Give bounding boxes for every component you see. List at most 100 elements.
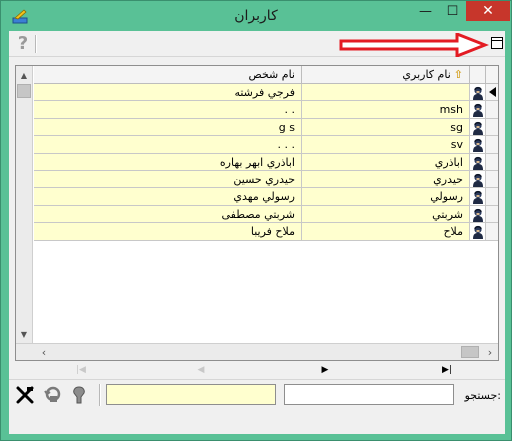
table-row[interactable]: رسولي مهدي رسولي [34,188,498,206]
search-label: جستجو: [464,389,501,402]
record-navigator: |◀ ◀ ▶ ▶| [15,361,499,379]
avatar-cell [470,84,486,102]
table-row[interactable]: ملاح فريبا ملاح [34,223,498,241]
user-avatar-icon [471,224,485,240]
user-avatar-icon [471,137,485,153]
column-layout-icon[interactable] [491,37,503,49]
column-header-username-label: نام كاربري [402,68,451,81]
username-cell[interactable]: ملاح [302,223,470,241]
avatar-cell [470,188,486,206]
empty-row [34,241,498,258]
fullname-cell[interactable]: g s [34,118,302,137]
table-row[interactable]: g s sg [34,118,498,137]
help-icon[interactable]: ? [15,34,31,54]
username-cell[interactable]: msh [302,101,470,119]
username-cell[interactable]: sg [302,118,470,137]
row-indicator[interactable] [486,223,498,241]
title-bar[interactable]: كاربران — ☐ ✕ [1,1,511,31]
red-arrow-annotation [339,33,489,57]
avatar-cell [470,101,486,119]
column-header-username[interactable]: نام كاربري ⇧ [302,66,470,84]
column-header-fullname[interactable]: نام شخص [34,66,302,84]
fullname-cell[interactable]: شربتي مصطفى [34,205,302,224]
horizontal-scrollbar[interactable]: ‹ › [16,343,498,360]
table-row[interactable]: . . . sv [34,136,498,154]
search-input[interactable] [284,384,454,405]
vertical-scrollbar[interactable]: ▲ ▼ [16,66,33,343]
user-avatar-icon [471,206,485,222]
avatar-cell [470,223,486,241]
avatar-cell [470,153,486,171]
avatar-cell [470,170,486,189]
row-indicator[interactable] [486,170,498,189]
reset-password-icon[interactable] [43,385,63,405]
empty-row [34,310,498,327]
vertical-scroll-thumb[interactable] [17,84,31,98]
delete-user-icon[interactable] [15,385,35,405]
grid-rows: فرجي فرشته. . msh g s sg. . . sv اباذري ابهر … [34,84,498,327]
username-cell[interactable]: حيدري [302,170,470,189]
avatar-cell [470,205,486,224]
user-avatar-icon [471,102,485,118]
table-row[interactable]: فرجي فرشته [34,84,498,102]
username-cell[interactable]: شربتي [302,205,470,224]
user-avatar-icon [471,85,485,100]
fullname-cell[interactable]: ملاح فريبا [34,223,302,241]
fullname-cell[interactable]: . . . [34,136,302,154]
bottom-separator [99,384,101,406]
user-avatar-icon [471,154,485,170]
filter-field[interactable] [106,384,276,405]
table-row[interactable]: شربتي مصطفى شربتي [34,205,498,224]
table-row[interactable]: . . msh [34,101,498,119]
row-indicator[interactable] [486,101,498,119]
column-header-indicator [486,66,498,84]
row-indicator[interactable] [486,205,498,224]
app-window: كاربران — ☐ ✕ ? ▲ ▼ نام شخص نام كاربري ⇧ [0,0,512,441]
maximize-button[interactable]: ☐ [439,1,466,21]
row-indicator[interactable] [486,118,498,137]
empty-row [34,258,498,275]
avatar-cell [470,136,486,154]
scroll-down-icon[interactable]: ▼ [16,326,32,342]
nav-last-icon[interactable]: ▶| [437,363,457,377]
empty-row [34,293,498,310]
nav-prev-icon[interactable]: ◀ [191,363,211,377]
user-avatar-icon [471,189,485,205]
nav-next-icon[interactable]: ▶ [315,363,335,377]
fullname-cell[interactable]: حيدري حسين [34,170,302,189]
fullname-cell[interactable]: رسولي مهدي [34,188,302,206]
row-indicator[interactable] [486,84,498,102]
row-indicator[interactable] [486,188,498,206]
nav-first-icon[interactable]: |◀ [71,363,91,377]
close-button[interactable]: ✕ [466,1,510,21]
fullname-cell[interactable]: . . [34,101,302,119]
table-row[interactable]: اباذري ابهر بهاره اباذري [34,153,498,171]
username-cell[interactable]: رسولي [302,188,470,206]
scroll-up-icon[interactable]: ▲ [16,67,32,83]
username-cell[interactable]: اباذري [302,153,470,171]
users-grid: ▲ ▼ نام شخص نام كاربري ⇧ فرجي فرشته. . ms… [15,65,499,361]
scroll-left-icon[interactable]: ‹ [36,344,52,360]
window-client: ? ▲ ▼ نام شخص نام كاربري ⇧ فرجي فرشته. .… [9,31,505,434]
username-cell[interactable]: sv [302,136,470,154]
fullname-cell[interactable]: اباذري ابهر بهاره [34,153,302,171]
scroll-right-icon[interactable]: › [482,344,498,360]
toolbar-separator [35,35,37,53]
column-header-avatar [470,66,486,84]
username-cell[interactable] [302,84,470,102]
empty-row [34,275,498,292]
row-indicator[interactable] [486,153,498,171]
sort-ascending-icon: ⇧ [453,68,463,81]
top-toolbar: ? [9,31,505,57]
user-avatar-icon [471,119,485,135]
row-indicator[interactable] [486,136,498,154]
avatar-cell [470,118,486,137]
minimize-button[interactable]: — [412,1,439,21]
user-access-icon[interactable] [69,385,89,405]
horizontal-scroll-thumb[interactable] [461,346,479,358]
bottom-toolbar: جستجو: [9,379,505,409]
current-row-arrow-icon [489,87,496,97]
user-avatar-icon [471,171,485,187]
fullname-cell[interactable]: فرجي فرشته [34,84,302,102]
table-row[interactable]: حيدري حسين حيدري [34,170,498,189]
